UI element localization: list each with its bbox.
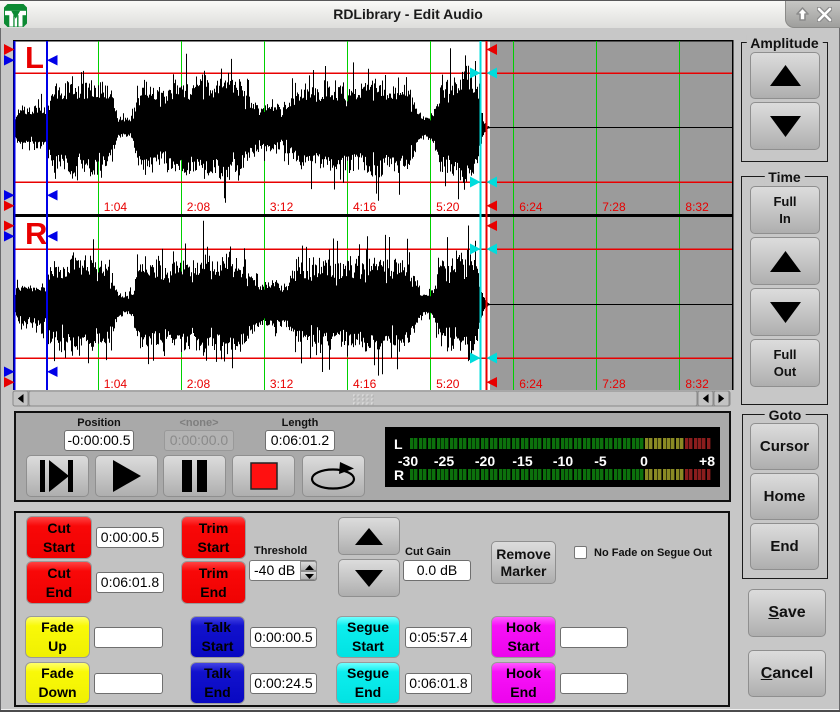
svg-text:R: R [25, 216, 47, 251]
svg-text:L: L [25, 40, 44, 75]
svg-text:6:24: 6:24 [519, 200, 543, 214]
svg-text:3:12: 3:12 [270, 200, 294, 214]
svg-text:7:28: 7:28 [602, 200, 626, 214]
svg-text:4:16: 4:16 [353, 377, 377, 391]
svg-text:5:20: 5:20 [436, 377, 460, 391]
svg-text:8:32: 8:32 [685, 377, 709, 391]
svg-text:5:20: 5:20 [436, 200, 460, 214]
svg-text:6:24: 6:24 [519, 377, 543, 391]
svg-text:3:12: 3:12 [270, 377, 294, 391]
svg-text:7:28: 7:28 [602, 377, 626, 391]
svg-text:1:04: 1:04 [104, 200, 128, 214]
svg-text:2:08: 2:08 [187, 200, 211, 214]
svg-text:4:16: 4:16 [353, 200, 377, 214]
svg-text:1:04: 1:04 [104, 377, 128, 391]
svg-text:8:32: 8:32 [685, 200, 709, 214]
svg-text:2:08: 2:08 [187, 377, 211, 391]
